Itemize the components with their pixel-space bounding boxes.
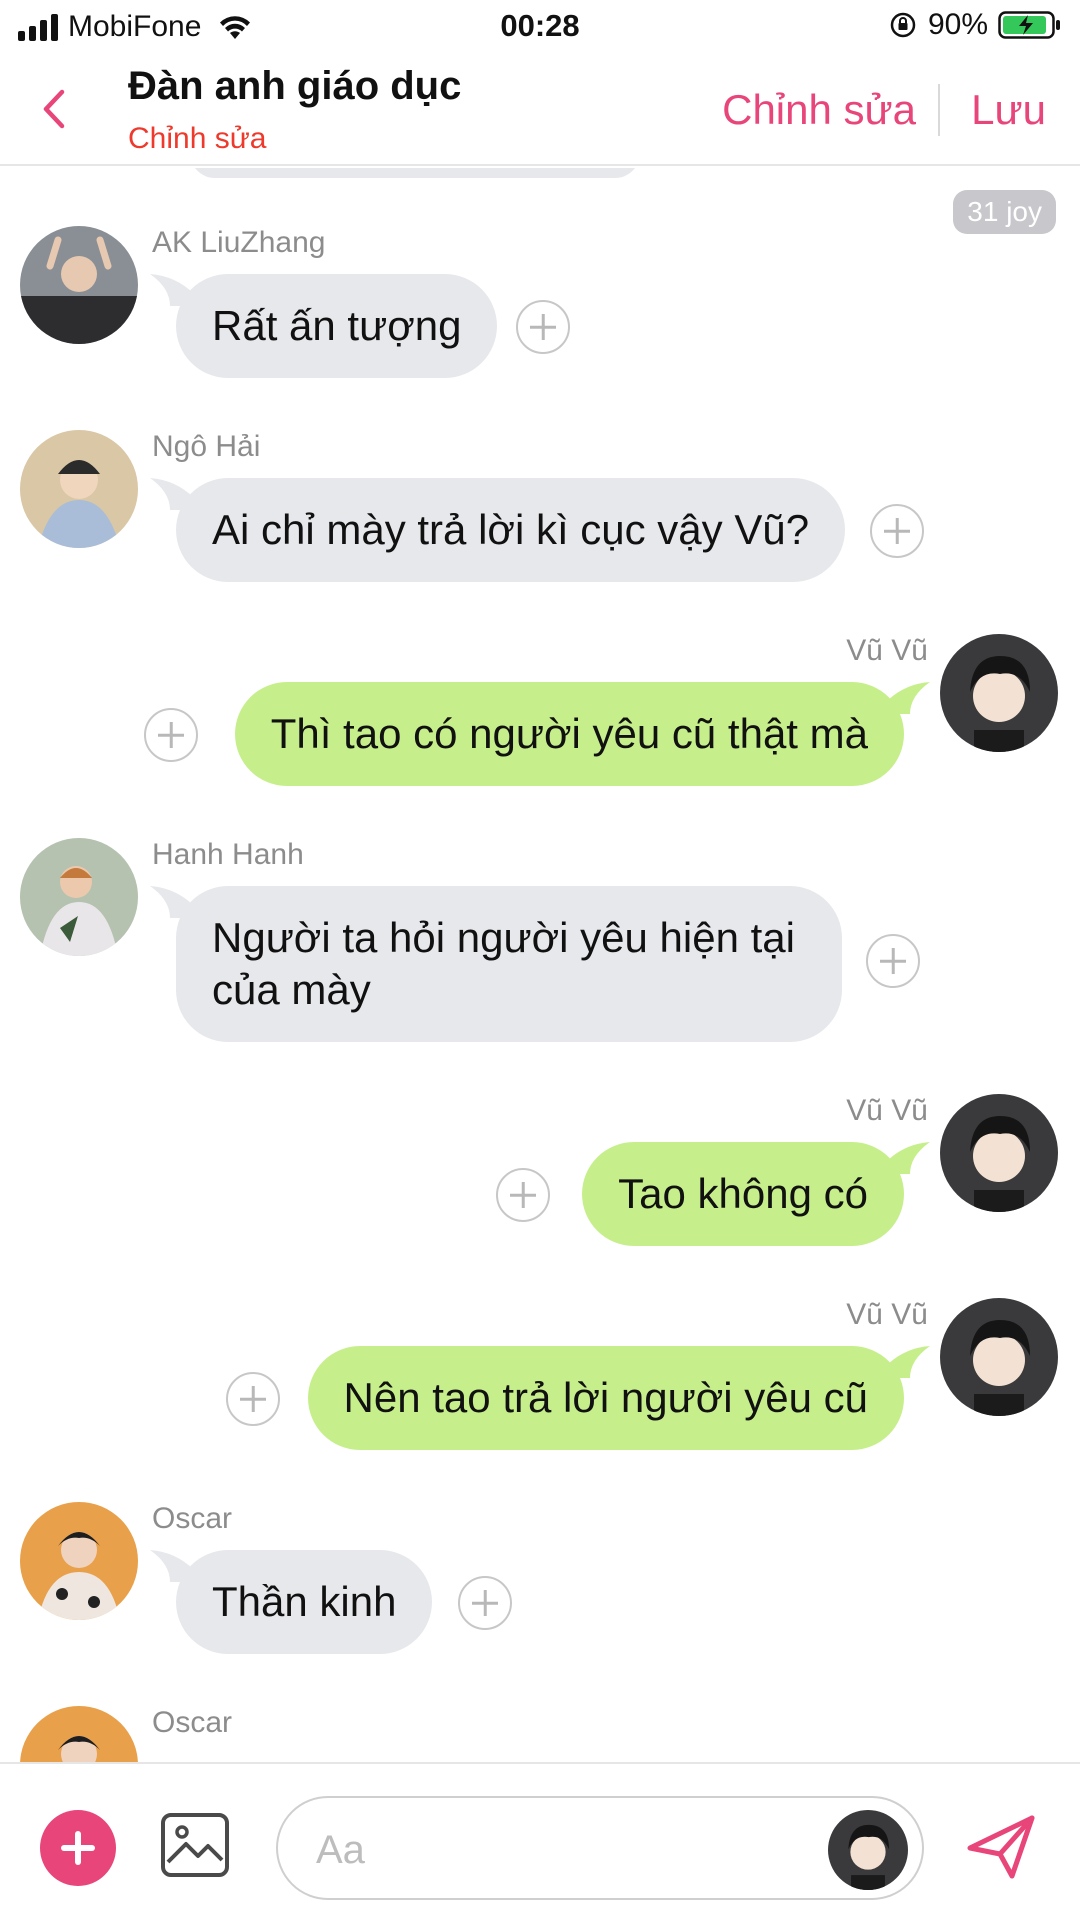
avatar[interactable] xyxy=(940,1298,1058,1416)
avatar[interactable] xyxy=(20,430,138,548)
add-reaction-button[interactable] xyxy=(496,1168,550,1222)
status-bar: MobiFone 00:28 90% xyxy=(0,0,1080,56)
add-reaction-button[interactable] xyxy=(516,300,570,354)
message-bubble[interactable]: Người ta hỏi người yêu hiện tại của mày xyxy=(176,886,842,1042)
partial-message-bubble xyxy=(190,168,640,178)
message-bubble[interactable]: Thì tao có người yêu cũ thật mà xyxy=(234,682,904,786)
time-badge: 31 joy xyxy=(953,190,1056,234)
message-composer: Aa xyxy=(0,1762,1080,1920)
avatar[interactable] xyxy=(20,1706,138,1762)
message-bubble[interactable]: Thần kinh xyxy=(176,1550,433,1654)
avatar[interactable] xyxy=(940,1094,1058,1212)
chat-subtitle[interactable]: Chỉnh sửa xyxy=(128,122,267,156)
orientation-lock-icon xyxy=(890,12,916,38)
sender-name: Vũ Vũ xyxy=(846,634,928,667)
avatar[interactable] xyxy=(20,1502,138,1620)
input-placeholder: Aa xyxy=(316,1828,365,1872)
sender-name: Oscar xyxy=(152,1502,233,1535)
battery-percent: 90% xyxy=(927,8,988,41)
avatar[interactable] xyxy=(20,226,138,344)
message-bubble[interactable]: Nên tao trả lời người yêu cũ xyxy=(307,1346,904,1450)
add-reaction-button[interactable] xyxy=(866,934,920,988)
sender-name: Ngô Hải xyxy=(152,430,261,463)
message-bubble[interactable]: Rất ấn tượng xyxy=(176,274,498,378)
status-right: 90% xyxy=(888,8,1062,42)
message-bubble[interactable]: Ai chỉ mày trả lời kì cục vậy Vũ? xyxy=(176,478,846,582)
image-icon[interactable] xyxy=(160,1812,230,1878)
battery-charging-icon xyxy=(998,11,1060,39)
avatar[interactable] xyxy=(20,838,138,956)
paper-plane-icon[interactable] xyxy=(964,1812,1038,1882)
add-reaction-button[interactable] xyxy=(870,504,924,558)
chevron-left-icon[interactable] xyxy=(34,84,74,134)
edit-button[interactable]: Chỉnh sửa xyxy=(722,86,916,134)
chat-thread[interactable]: 31 joy AK LiuZhang Rất ấn tượng Ngô Hải … xyxy=(0,168,1080,1762)
avatar[interactable] xyxy=(940,634,1058,752)
message-input[interactable]: Aa xyxy=(276,1796,924,1900)
sender-name: AK LiuZhang xyxy=(152,226,326,259)
nav-divider xyxy=(938,84,940,136)
navigation-bar: Đàn anh giáo dục Chỉnh sửa Chỉnh sửa Lưu xyxy=(0,56,1080,166)
message-bubble[interactable]: Tao không có xyxy=(582,1142,904,1246)
avatar[interactable] xyxy=(828,1810,908,1890)
add-reaction-button[interactable] xyxy=(144,708,198,762)
save-button[interactable]: Lưu xyxy=(971,86,1046,134)
sender-name: Hanh Hanh xyxy=(152,838,304,871)
add-attachment-button[interactable] xyxy=(40,1810,116,1886)
sender-name: Vũ Vũ xyxy=(846,1298,928,1331)
sender-name: Vũ Vũ xyxy=(846,1094,928,1127)
chat-title: Đàn anh giáo dục xyxy=(128,64,462,108)
add-reaction-button[interactable] xyxy=(226,1372,280,1426)
sender-name: Oscar xyxy=(152,1706,233,1739)
add-reaction-button[interactable] xyxy=(458,1576,512,1630)
